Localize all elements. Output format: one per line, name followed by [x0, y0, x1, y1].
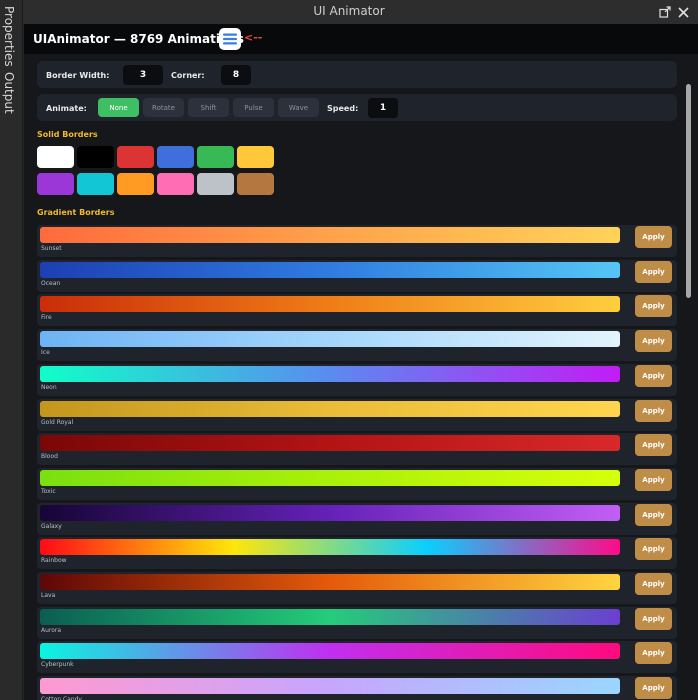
close-icon[interactable] [674, 3, 692, 21]
gradient-name: Ice [41, 349, 50, 357]
plugin-panel: UIAnimator — 8769 Animations <-- Border … [24, 24, 698, 700]
solid-color-swatch[interactable] [77, 146, 114, 168]
gradient-name: Blood [41, 453, 58, 461]
solid-borders-title: Solid Borders [37, 130, 98, 139]
apply-button[interactable]: Apply [635, 434, 672, 457]
speed-input[interactable]: 1 [368, 98, 398, 118]
gradient-name: Gold Royal [41, 418, 74, 426]
app-title: UIAnimator — 8769 Animations [33, 32, 244, 46]
solid-color-swatch[interactable] [157, 173, 194, 195]
hamburger-menu-icon[interactable] [219, 28, 241, 50]
gradient-preview [40, 261, 620, 278]
gradient-row: Galaxy Apply [37, 502, 677, 535]
panel-header: UIAnimator — 8769 Animations <-- [24, 24, 698, 54]
dock-tab-label: Properties [2, 6, 16, 67]
apply-button[interactable]: Apply [635, 503, 672, 526]
apply-button[interactable]: Apply [635, 642, 672, 665]
gradient-name: Aurora [41, 626, 62, 634]
solid-color-swatch[interactable] [237, 173, 274, 195]
border-settings-card: Border Width: 3 Corner: 8 [37, 61, 677, 88]
apply-button[interactable]: Apply [635, 677, 672, 700]
gradient-preview [40, 574, 620, 590]
gradient-row: Neon Apply [37, 363, 677, 396]
animate-rotate-button[interactable]: Rotate [143, 98, 184, 117]
gradient-preview [40, 227, 620, 243]
gradient-preview [40, 539, 620, 556]
solid-color-swatch[interactable] [77, 173, 114, 195]
apply-button[interactable]: Apply [635, 573, 672, 595]
window-titlebar: UI Animator [0, 0, 698, 24]
speed-label: Speed: [327, 104, 359, 113]
solid-color-swatch[interactable] [197, 146, 234, 168]
arrow-indicator: <-- [244, 31, 263, 44]
gradient-name: Galaxy [41, 522, 62, 530]
apply-button[interactable]: Apply [635, 295, 672, 318]
apply-button[interactable]: Apply [635, 260, 672, 283]
apply-button[interactable]: Apply [635, 468, 672, 491]
gradient-row: Ice Apply [37, 329, 677, 362]
gradient-preview [40, 643, 620, 660]
gradient-row: Sunset Apply [37, 225, 677, 257]
gradient-preview [40, 608, 620, 625]
apply-button[interactable]: Apply [635, 399, 672, 422]
gradient-borders-title: Gradient Borders [37, 208, 115, 217]
window-title: UI Animator [313, 4, 385, 18]
gradient-name: Fire [41, 314, 52, 322]
gradient-preview [40, 365, 620, 382]
vertical-scrollbar[interactable] [686, 84, 691, 298]
animate-wave-button[interactable]: Wave [278, 98, 319, 117]
solid-color-swatch[interactable] [37, 146, 74, 168]
gradient-name: Ocean [41, 279, 61, 287]
gradient-preview [40, 469, 620, 486]
gradient-row: Lava Apply [37, 572, 677, 604]
solid-color-swatch[interactable] [117, 146, 154, 168]
scroll-content[interactable]: Border Width: 3 Corner: 8 Animate: None … [24, 54, 684, 700]
dock-tab-label: Output [2, 72, 16, 114]
border-width-label: Border Width: [46, 71, 110, 80]
gradient-row: Cyberpunk Apply [37, 641, 677, 674]
gradient-row: Toxic Apply [37, 467, 677, 500]
gradient-preview [40, 296, 620, 313]
solid-color-swatch[interactable] [157, 146, 194, 168]
apply-button[interactable]: Apply [635, 330, 672, 353]
side-dock: Properties Output [0, 0, 23, 700]
gradient-row: Cotton Candy Apply [37, 676, 677, 700]
gradient-row: Blood Apply [37, 433, 677, 466]
gradient-row: Fire Apply [37, 294, 677, 327]
gradient-name: Cotton Candy [41, 696, 82, 700]
animate-pulse-button[interactable]: Pulse [233, 98, 274, 117]
undock-icon[interactable] [656, 3, 674, 21]
gradient-name: Neon [41, 383, 57, 391]
corner-input[interactable]: 8 [221, 65, 251, 85]
gradient-name: Toxic [41, 487, 56, 495]
gradient-name: Cyberpunk [41, 661, 74, 669]
animate-label: Animate: [46, 104, 87, 113]
apply-button[interactable]: Apply [635, 607, 672, 630]
border-width-input[interactable]: 3 [123, 65, 163, 85]
ui-animator-window: UI Animator Properties Output UIAnimator… [0, 0, 698, 700]
solid-color-swatch[interactable] [37, 173, 74, 195]
solid-color-swatch[interactable] [237, 146, 274, 168]
corner-label: Corner: [171, 71, 205, 80]
apply-button[interactable]: Apply [635, 538, 672, 561]
gradient-preview [40, 331, 620, 348]
gradient-row: Rainbow Apply [37, 537, 677, 570]
animate-card: Animate: None Rotate Shift Pulse Wave Sp… [37, 94, 677, 121]
apply-button[interactable]: Apply [635, 364, 672, 387]
gradient-preview [40, 400, 620, 417]
gradient-row: Gold Royal Apply [37, 398, 677, 431]
animate-none-button[interactable]: None [98, 98, 139, 117]
gradient-preview [40, 504, 620, 521]
animate-shift-button[interactable]: Shift [188, 98, 229, 117]
gradient-name: Sunset [41, 245, 62, 252]
gradient-preview [40, 678, 620, 695]
gradient-row: Aurora Apply [37, 606, 677, 639]
apply-button[interactable]: Apply [635, 226, 672, 248]
solid-color-swatch[interactable] [117, 173, 154, 195]
gradient-preview [40, 435, 620, 452]
gradient-name: Rainbow [41, 557, 67, 565]
solid-color-swatch[interactable] [197, 173, 234, 195]
gradient-name: Lava [41, 592, 56, 599]
gradient-row: Ocean Apply [37, 259, 677, 292]
